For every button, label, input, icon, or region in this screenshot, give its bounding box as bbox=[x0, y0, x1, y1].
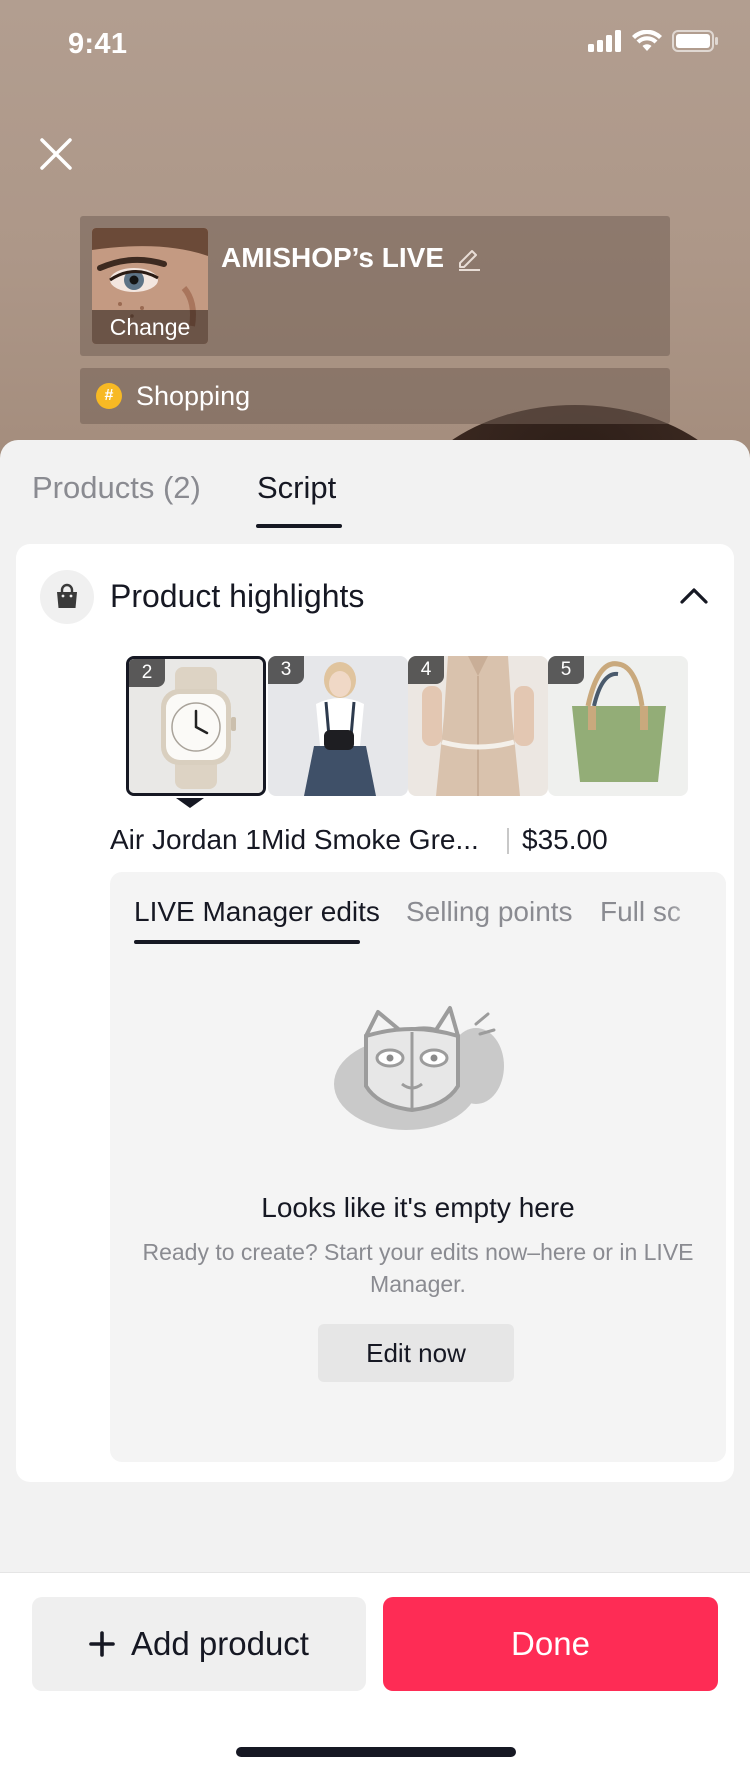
product-thumbnail-strip: 2 3 4 5 bbox=[110, 656, 726, 808]
edit-now-button[interactable]: Edit now bbox=[318, 1324, 514, 1382]
subtab-selling-points[interactable]: Selling points bbox=[406, 896, 573, 928]
product-thumbnail-3[interactable]: 3 bbox=[268, 656, 408, 796]
done-button[interactable]: Done bbox=[383, 1597, 718, 1691]
tab-script[interactable]: Script bbox=[257, 470, 336, 506]
subtab-fade bbox=[666, 882, 726, 942]
close-icon bbox=[40, 138, 72, 170]
status-time: 9:41 bbox=[68, 28, 128, 60]
script-subpanel: LIVE Manager edits Selling points Full s… bbox=[110, 872, 726, 1462]
product-thumbnail-5[interactable]: 5 bbox=[548, 656, 688, 796]
live-info-card: Change AMISHOP’s LIVE bbox=[80, 216, 670, 356]
battery-icon bbox=[672, 30, 718, 52]
product-highlights-card: Product highlights 2 3 4 5 Air Jordan 1M… bbox=[16, 544, 734, 1482]
add-product-label: Add product bbox=[131, 1625, 309, 1662]
live-title[interactable]: AMISHOP’s LIVE bbox=[221, 242, 482, 274]
subtab-live-manager-edits[interactable]: LIVE Manager edits bbox=[134, 896, 380, 928]
close-button[interactable] bbox=[34, 132, 78, 176]
topic-label: Shopping bbox=[136, 380, 251, 411]
selected-product-name: Air Jordan 1Mid Smoke Gre... bbox=[110, 824, 479, 855]
live-preview-background: 9:41 Change AMISHOP’s LIVE # Shopping bbox=[0, 0, 750, 460]
chevron-up-icon[interactable] bbox=[678, 582, 710, 610]
selected-product-price: $35.00 bbox=[522, 824, 608, 855]
signal-icon bbox=[588, 30, 621, 52]
product-thumbnail-4[interactable]: 4 bbox=[408, 656, 548, 796]
edit-pencil-icon[interactable] bbox=[456, 245, 482, 271]
thumbnail-number: 4 bbox=[408, 656, 444, 684]
live-cover-image[interactable]: Change bbox=[92, 228, 208, 344]
selected-thumbnail-pointer bbox=[176, 798, 204, 808]
empty-state-description: Ready to create? Start your edits now–he… bbox=[142, 1239, 694, 1297]
topic-chip[interactable]: # Shopping bbox=[80, 368, 670, 424]
empty-state-cat-icon bbox=[334, 1006, 504, 1130]
live-title-text: AMISHOP’s LIVE bbox=[221, 242, 445, 273]
product-thumbnail-2[interactable]: 2 bbox=[126, 656, 266, 796]
product-highlights-title: Product highlights bbox=[110, 578, 365, 614]
wifi-icon bbox=[632, 30, 662, 51]
strip-fade bbox=[686, 656, 726, 808]
thumbnail-number: 2 bbox=[129, 659, 165, 687]
cover-change-label[interactable]: Change bbox=[92, 310, 208, 344]
thumbnail-number: 5 bbox=[548, 656, 584, 684]
hashtag-icon: # bbox=[96, 383, 122, 409]
bottom-action-bar: Add product Done bbox=[0, 1572, 750, 1768]
empty-state-title: Looks like it's empty here bbox=[261, 1192, 575, 1223]
status-bar: 9:41 bbox=[0, 0, 750, 92]
divider bbox=[507, 828, 509, 854]
tab-products[interactable]: Products (2) bbox=[32, 470, 201, 506]
status-icons bbox=[588, 30, 718, 52]
add-product-button[interactable]: Add product bbox=[32, 1597, 366, 1691]
thumbnail-number: 3 bbox=[268, 656, 304, 684]
sheet-tabs: Products (2) Script bbox=[0, 440, 750, 532]
home-indicator bbox=[236, 1747, 516, 1757]
script-sheet: Products (2) Script Product highlights 2… bbox=[0, 440, 750, 1768]
active-subtab-indicator bbox=[134, 940, 360, 944]
plus-icon bbox=[89, 1631, 115, 1657]
active-tab-indicator bbox=[256, 524, 342, 528]
shopping-bag-icon bbox=[40, 570, 94, 624]
